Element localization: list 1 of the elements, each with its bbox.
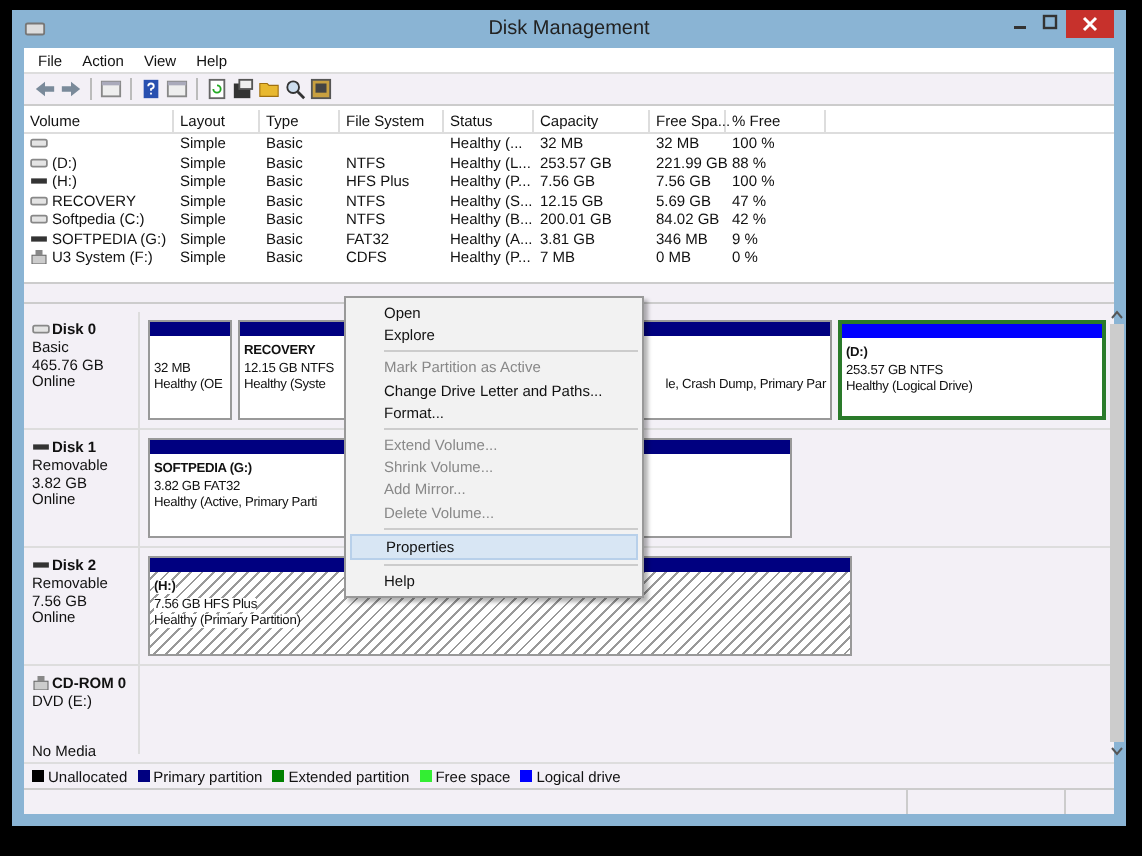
window-title: Disk Management [488,18,650,40]
